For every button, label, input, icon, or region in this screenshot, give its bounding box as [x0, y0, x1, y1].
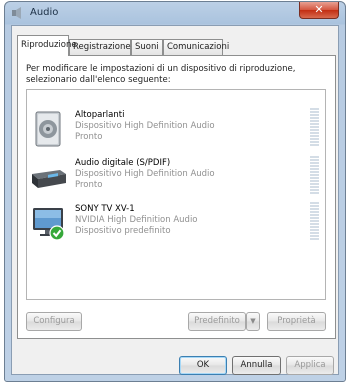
properties-button[interactable]: Proprietà [267, 312, 326, 331]
configure-button[interactable]: Configura [26, 312, 82, 331]
title-bar[interactable]: Audio ✕ [5, 2, 345, 25]
device-row-sony-tv[interactable]: SONY TV XV-1 NVIDIA High Definition Audi… [27, 202, 325, 246]
volume-level-meter [310, 108, 319, 147]
device-status: Pronto [75, 180, 103, 190]
device-description: Dispositivo High Definition Audio [75, 121, 215, 131]
instruction-text: Per modificare le impostazioni di un dis… [26, 64, 296, 85]
device-description: NVIDIA High Definition Audio [75, 215, 198, 225]
volume-level-meter [310, 202, 319, 241]
window-title: Audio [30, 7, 59, 18]
set-default-button[interactable]: Predefinito [188, 312, 246, 331]
volume-level-meter [310, 156, 319, 195]
speaker-icon [35, 111, 61, 147]
device-name: Audio digitale (S/PDIF) [75, 158, 171, 168]
audio-dialog: Audio ✕ Riproduzione Registrazione Suoni… [4, 1, 346, 382]
dialog-client-area: Riproduzione Registrazione Suoni Comunic… [11, 25, 339, 375]
device-row-speakers[interactable]: Altoparlanti Dispositivo High Definition… [27, 108, 325, 152]
tab-registrazione[interactable]: Registrazione [69, 39, 131, 55]
device-name: SONY TV XV-1 [75, 204, 135, 214]
device-status: Pronto [75, 132, 103, 142]
digital-audio-receiver-icon [32, 170, 66, 188]
cancel-button[interactable]: Annulla [232, 356, 281, 375]
speaker-title-icon [12, 7, 21, 19]
ok-button[interactable]: OK [179, 356, 227, 375]
close-button[interactable]: ✕ [299, 2, 339, 19]
monitor-default-icon [33, 208, 65, 241]
device-description: Dispositivo High Definition Audio [75, 169, 215, 179]
device-status: Dispositivo predefinito [75, 226, 171, 236]
tab-panel-riproduzione: Per modificare le impostazioni di un dis… [17, 55, 336, 339]
device-list[interactable]: Altoparlanti Dispositivo High Definition… [26, 89, 326, 300]
device-name: Altoparlanti [75, 110, 125, 120]
tab-comunicazioni[interactable]: Comunicazioni [163, 39, 229, 55]
tab-riproduzione[interactable]: Riproduzione [17, 35, 77, 56]
tab-suoni[interactable]: Suoni [131, 39, 163, 55]
apply-button[interactable]: Applica [286, 356, 334, 375]
set-default-dropdown-arrow[interactable]: ▼ [246, 312, 260, 331]
device-row-spdif[interactable]: Audio digitale (S/PDIF) Dispositivo High… [27, 156, 325, 200]
